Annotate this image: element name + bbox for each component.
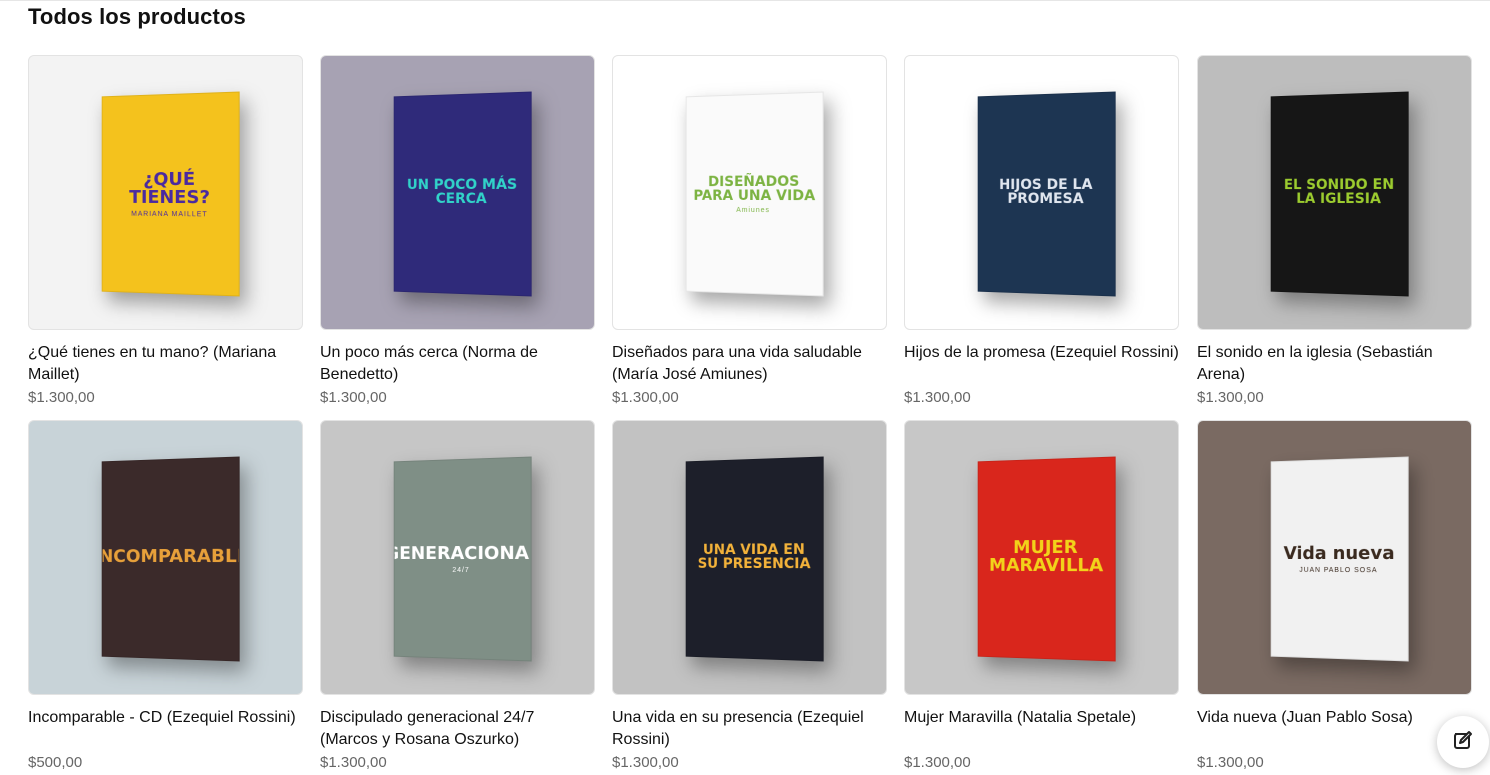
product-title[interactable]: Incomparable - CD (Ezequiel Rossini) <box>28 707 303 751</box>
product-price: $1.300,00 <box>1197 754 1264 771</box>
product-title[interactable]: Un poco más cerca (Norma de Benedetto) <box>320 342 595 386</box>
product-price: $1.300,00 <box>904 389 971 406</box>
cover-title: DISEÑADOS PARA UNA VIDA <box>693 173 816 204</box>
product-title[interactable]: El sonido en la iglesia (Sebastián Arena… <box>1197 342 1472 386</box>
product-price: $1.300,00 <box>28 389 95 406</box>
product-image[interactable]: GENERACIONAL 24/7 <box>320 420 595 695</box>
product-image[interactable]: HIJOS DE LA PROMESA <box>904 55 1179 330</box>
book-cover: ¿QUÉ TIENES? MARIANA MAILLET <box>101 91 240 297</box>
book-cover: MUJER MARAVILLA <box>977 456 1116 662</box>
product-image[interactable]: MUJER MARAVILLA <box>904 420 1179 695</box>
book-cover: HIJOS DE LA PROMESA <box>977 91 1116 297</box>
product-price: $1.300,00 <box>612 389 679 406</box>
product-card[interactable]: UNA VIDA EN SU PRESENCIA Una vida en su p… <box>612 420 887 775</box>
cover-title: MUJER MARAVILLA <box>989 536 1104 577</box>
product-card[interactable]: UN POCO MÁS CERCA Un poco más cerca (Norm… <box>320 55 595 410</box>
book-cover: UN POCO MÁS CERCA <box>393 91 532 297</box>
cover-title: INCOMPARABLE <box>101 545 240 568</box>
book-cover: EL SONIDO EN LA IGLESIA <box>1270 91 1409 297</box>
cover-title: GENERACIONAL <box>393 542 532 564</box>
cover-title: EL SONIDO EN LA IGLESIA <box>1283 176 1395 208</box>
cover-subtitle: Amiunes <box>736 206 770 214</box>
product-title[interactable]: Vida nueva (Juan Pablo Sosa) <box>1197 707 1472 751</box>
cover-subtitle: 24/7 <box>452 566 470 574</box>
product-card[interactable]: EL SONIDO EN LA IGLESIA El sonido en la i… <box>1197 55 1472 410</box>
product-image[interactable]: UN POCO MÁS CERCA <box>320 55 595 330</box>
product-image[interactable]: ¿QUÉ TIENES? MARIANA MAILLET <box>28 55 303 330</box>
product-title[interactable]: Discipulado generacional 24/7 (Marcos y … <box>320 707 595 751</box>
product-title[interactable]: Una vida en su presencia (Ezequiel Rossi… <box>612 707 887 751</box>
product-card[interactable]: MUJER MARAVILLA Mujer Maravilla (Natalia … <box>904 420 1179 775</box>
product-title[interactable]: Mujer Maravilla (Natalia Spetale) <box>904 707 1179 751</box>
product-card[interactable]: ¿QUÉ TIENES? MARIANA MAILLET ¿Qué tienes e… <box>28 55 303 410</box>
cover-title: ¿QUÉ TIENES? <box>129 168 210 208</box>
page-title: Todos los productos <box>28 4 246 29</box>
product-image[interactable]: EL SONIDO EN LA IGLESIA <box>1197 55 1472 330</box>
cover-subtitle: JUAN PABLO SOSA <box>1299 566 1378 574</box>
book-cover: INCOMPARABLE <box>101 456 240 662</box>
product-card[interactable]: GENERACIONAL 24/7 Discipulado generacional… <box>320 420 595 775</box>
product-price: $500,00 <box>28 754 83 771</box>
product-card[interactable]: Vida nueva JUAN PABLO SOSA Vida nueva (Jua… <box>1197 420 1472 775</box>
edit-button[interactable] <box>1437 716 1489 768</box>
product-price: $1.300,00 <box>320 754 387 771</box>
product-price: $1.300,00 <box>612 754 679 771</box>
product-price: $1.300,00 <box>904 754 971 771</box>
edit-icon <box>1451 728 1475 757</box>
cover-title: UN POCO MÁS CERCA <box>406 176 518 208</box>
product-image[interactable]: INCOMPARABLE <box>28 420 303 695</box>
book-cover: DISEÑADOS PARA UNA VIDA Amiunes <box>685 91 824 297</box>
cover-title: Vida nueva <box>1283 542 1395 564</box>
cover-subtitle: MARIANA MAILLET <box>131 210 208 218</box>
book-cover: UNA VIDA EN SU PRESENCIA <box>685 456 824 662</box>
product-image[interactable]: UNA VIDA EN SU PRESENCIA <box>612 420 887 695</box>
product-title[interactable]: Hijos de la promesa (Ezequiel Rossini) <box>904 342 1179 386</box>
product-title[interactable]: ¿Qué tienes en tu mano? (Mariana Maillet… <box>28 342 303 386</box>
book-cover: Vida nueva JUAN PABLO SOSA <box>1270 456 1409 662</box>
cover-title: UNA VIDA EN SU PRESENCIA <box>697 541 811 573</box>
cover-title: HIJOS DE LA PROMESA <box>999 176 1093 208</box>
product-price: $1.300,00 <box>1197 389 1264 406</box>
product-price: $1.300,00 <box>320 389 387 406</box>
product-card[interactable]: INCOMPARABLE Incomparable - CD (Ezequiel … <box>28 420 303 775</box>
product-card[interactable]: DISEÑADOS PARA UNA VIDA Amiunes Diseñados … <box>612 55 887 410</box>
product-image[interactable]: DISEÑADOS PARA UNA VIDA Amiunes <box>612 55 887 330</box>
product-image[interactable]: Vida nueva JUAN PABLO SOSA <box>1197 420 1472 695</box>
product-card[interactable]: HIJOS DE LA PROMESA Hijos de la promesa (… <box>904 55 1179 410</box>
product-title[interactable]: Diseñados para una vida saludable (María… <box>612 342 887 386</box>
book-cover: GENERACIONAL 24/7 <box>393 456 532 662</box>
top-divider <box>0 0 1490 1</box>
